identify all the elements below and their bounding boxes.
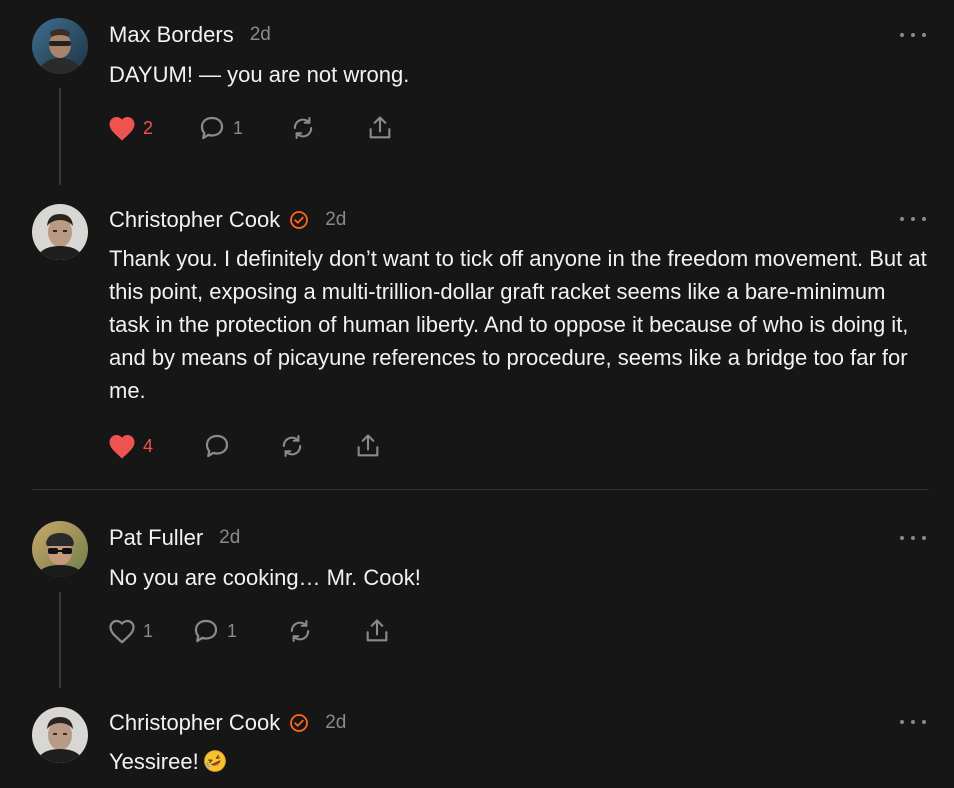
- restack-icon: [293, 117, 313, 139]
- author-name[interactable]: Christopher Cook: [109, 710, 280, 736]
- avatar[interactable]: [32, 18, 88, 74]
- share-button[interactable]: [354, 431, 382, 461]
- rolling-on-floor-laughing-emoji-icon: [203, 749, 227, 773]
- speech-bubble-icon: [205, 434, 229, 458]
- share-button[interactable]: [366, 113, 394, 143]
- reply-count: 1: [233, 117, 244, 138]
- comment-body: DAYUM! — you are not wrong.: [109, 62, 410, 87]
- comment-body: Thank you. I definitely don’t want to ti…: [109, 246, 927, 403]
- more-options-icon[interactable]: [900, 531, 926, 545]
- timestamp[interactable]: 2d: [325, 209, 346, 231]
- avatar-max-borders-icon: [32, 18, 88, 74]
- thread-line: [59, 592, 61, 688]
- comment-feed: Max Borders 2d DAYUM! — you are not wron…: [0, 0, 954, 788]
- more-options-icon[interactable]: [900, 212, 926, 226]
- share-button[interactable]: [363, 616, 391, 646]
- restack-button[interactable]: [288, 113, 318, 143]
- thread-divider: [32, 489, 929, 490]
- avatar[interactable]: [32, 707, 88, 763]
- author-name[interactable]: Pat Fuller: [109, 525, 203, 551]
- avatar-christopher-cook-icon: [32, 204, 88, 260]
- author-name[interactable]: Max Borders: [109, 22, 234, 48]
- share-icon: [369, 116, 391, 139]
- share-icon: [357, 434, 379, 457]
- speech-bubble-icon: [200, 116, 224, 140]
- timestamp[interactable]: 2d: [219, 527, 240, 549]
- reply-button[interactable]: [202, 431, 232, 461]
- more-options-icon[interactable]: [900, 28, 926, 42]
- comment-body: Yessiree!: [109, 745, 929, 778]
- author-name[interactable]: Christopher Cook: [109, 207, 280, 233]
- comment-header: Max Borders 2d: [109, 20, 271, 50]
- heart-filled-icon: [109, 435, 135, 459]
- comment-header: Christopher Cook 2d: [109, 708, 346, 738]
- reply-button[interactable]: 1: [197, 113, 243, 143]
- restack-button[interactable]: [277, 431, 307, 461]
- like-count: 4: [143, 435, 154, 456]
- restack-icon: [282, 435, 302, 457]
- heart-outline-icon: [109, 619, 135, 644]
- timestamp[interactable]: 2d: [250, 24, 271, 46]
- like-count: 2: [143, 117, 154, 138]
- heart-filled-icon: [109, 117, 135, 141]
- timestamp[interactable]: 2d: [325, 712, 346, 734]
- thread-line: [59, 88, 61, 185]
- verified-badge-icon: [289, 210, 309, 230]
- reply-button[interactable]: 1: [191, 616, 237, 646]
- share-icon: [366, 619, 388, 642]
- like-button[interactable]: 2: [107, 113, 153, 143]
- more-options-icon[interactable]: [900, 715, 926, 729]
- reply-count: 1: [227, 620, 238, 641]
- like-button[interactable]: 4: [107, 431, 153, 461]
- restack-button[interactable]: [285, 616, 315, 646]
- comment-header: Christopher Cook 2d: [109, 205, 346, 235]
- comment-header: Pat Fuller 2d: [109, 523, 240, 553]
- avatar[interactable]: [32, 204, 88, 260]
- like-button[interactable]: 1: [107, 616, 153, 646]
- speech-bubble-icon: [194, 619, 218, 643]
- avatar-christopher-cook-icon: [32, 707, 88, 763]
- verified-badge-icon: [289, 713, 309, 733]
- like-count: 1: [143, 620, 154, 641]
- restack-icon: [290, 620, 310, 642]
- avatar[interactable]: [32, 521, 88, 577]
- comment-text: Yessiree!: [109, 749, 199, 774]
- avatar-pat-fuller-icon: [32, 521, 88, 577]
- comment-body: No you are cooking… Mr. Cook!: [109, 565, 421, 590]
